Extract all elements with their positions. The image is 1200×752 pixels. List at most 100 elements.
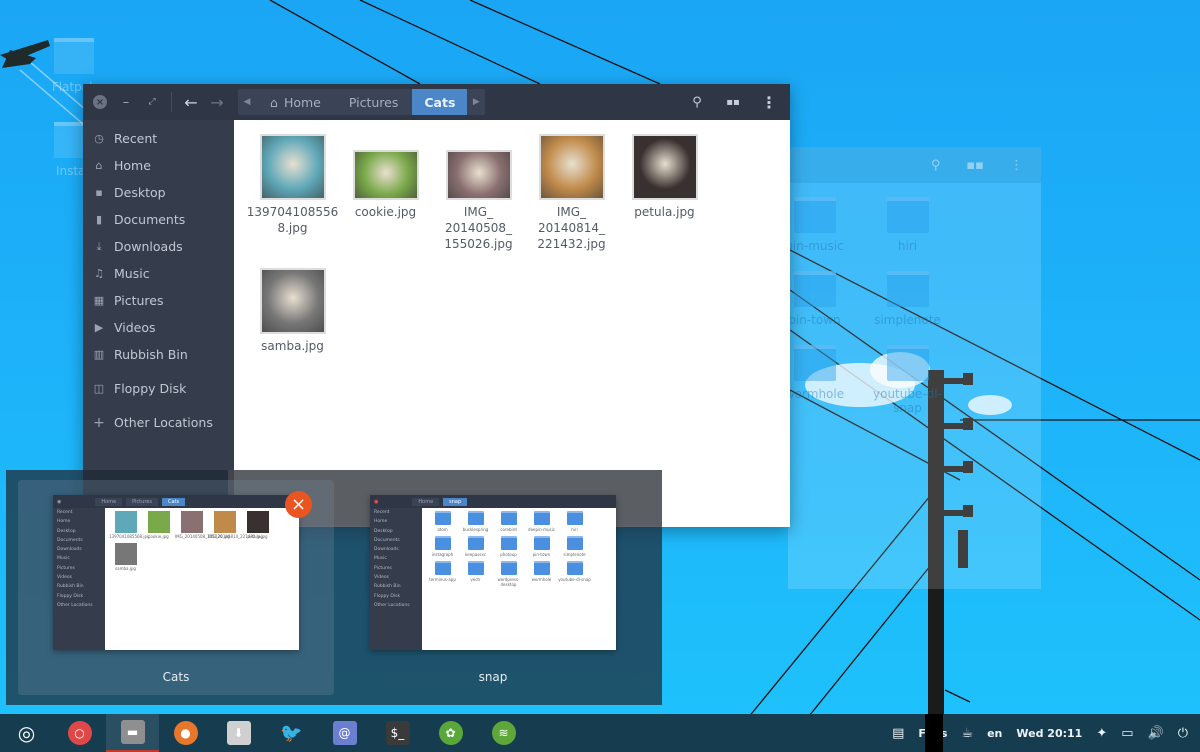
image-thumbnail <box>525 128 618 200</box>
mini-sidebar-item: Desktop <box>374 528 393 534</box>
sidebar-item-pictures[interactable]: ▦ Pictures <box>83 287 234 314</box>
search-icon: ⚲ <box>692 94 702 110</box>
file-name: 139704108556 8.jpg <box>246 205 339 235</box>
sidebar-item-music[interactable]: ♫ Music <box>83 260 234 287</box>
taskbar-app-mail[interactable]: @ <box>318 714 371 752</box>
taskbar-app-software-store[interactable]: ⬇ <box>212 714 265 752</box>
location-icon[interactable]: ✦ <box>1096 726 1107 741</box>
image-preview <box>259 268 326 334</box>
mini-file-item: IMG_20140814_221432.jpg <box>208 511 263 539</box>
header-bar: × – ⤢ ← → ◀ ⌂ Home Pictures Cats ▶ ⚲ ▪▪ … <box>83 84 790 120</box>
menu-dots-icon[interactable]: ⋮ <box>1010 158 1023 173</box>
app-menu-icon[interactable]: ▤ <box>892 726 904 741</box>
mini-folder-item: simplenote <box>558 536 591 557</box>
floppy-icon: ◫ <box>93 382 105 395</box>
mini-header: ● Home snap <box>370 495 616 508</box>
sidebar-item-downloads[interactable]: ⤓ Downloads <box>83 233 234 260</box>
mini-folder-item: terminus-app <box>426 561 459 587</box>
file-item[interactable]: cookie.jpg <box>339 128 432 252</box>
breadcrumb-scroll-right[interactable]: ▶ <box>467 97 485 107</box>
mini-folder-item: vectr <box>459 561 492 587</box>
folder-icon <box>533 536 550 550</box>
close-workspace-button[interactable]: × <box>285 491 312 518</box>
display-icon[interactable]: ▭ <box>1121 726 1133 741</box>
power-icon[interactable]: ⏻ <box>1178 726 1188 741</box>
folder-item[interactable]: youtube-dl-snap <box>861 345 954 415</box>
mini-folder-grid: atom bucklespring corebird deepin-music hiri… <box>422 508 616 650</box>
taskbar-app-firefox[interactable]: ● <box>159 714 212 752</box>
workspace-cats-preview[interactable]: ◉ Home Pictures Cats Recent Home Desktop Do… <box>53 495 299 650</box>
maximize-button[interactable]: ⤢ <box>139 89 165 115</box>
mini-sidebar: Recent Home Desktop Documents Downloads Music… <box>370 508 422 650</box>
folder-item[interactable]: hiri <box>861 197 954 253</box>
background-files-window[interactable]: ⚲ ▪▪ ⋮ pin-music hiri pin-town simplenot… <box>785 147 1041 589</box>
keyboard-layout[interactable]: en <box>987 727 1002 740</box>
taskbar-app-files[interactable]: ▬ <box>106 714 159 752</box>
taskbar-app-terminal[interactable]: $_ <box>371 714 424 752</box>
workspace-label: snap <box>478 670 508 684</box>
taskbar-app-spotify[interactable]: ≋ <box>477 714 530 752</box>
folder-icon <box>886 197 929 233</box>
caffeine-icon[interactable]: ☕ <box>961 726 973 741</box>
close-icon: × <box>93 95 107 109</box>
search-icon[interactable]: ⚲ <box>931 158 941 173</box>
file-item[interactable]: IMG_ 20140508_ 155026.jpg <box>432 128 525 252</box>
file-item[interactable]: petula.jpg <box>618 128 711 252</box>
sidebar-item-rubbish-bin[interactable]: ▥ Rubbish Bin <box>83 341 234 368</box>
folder-icon <box>467 561 484 575</box>
mini-close-icon: ◉ <box>57 498 62 505</box>
taskbar-app-ubuntu-menu[interactable]: ◎ <box>0 714 53 752</box>
arrow-right-icon: → <box>210 92 224 112</box>
mini-sidebar-item: Home <box>374 519 388 525</box>
breadcrumb-scroll-left[interactable]: ◀ <box>238 97 256 107</box>
back-button[interactable]: ← <box>178 89 204 115</box>
mini-folder-item: instagraph <box>426 536 459 557</box>
breadcrumb-cats[interactable]: Cats <box>412 89 468 115</box>
mini-sidebar-item: Recent <box>374 510 390 515</box>
close-button[interactable]: × <box>87 89 113 115</box>
spotify-icon: ≋ <box>491 721 516 745</box>
view-toggle-button[interactable]: ▪▪ <box>720 89 746 115</box>
file-name: samba.jpg <box>261 339 324 353</box>
taskbar-app-chromium[interactable]: ○ <box>53 714 106 752</box>
folder-icon <box>434 561 451 575</box>
file-name: IMG_ 20140814_ 221432.jpg <box>537 205 606 251</box>
mini-file-grid: 1397041085568.jpg cookie.jpg IMG_20140508_… <box>105 508 299 650</box>
arrow-left-icon: ← <box>184 92 198 112</box>
mini-folder-item: keepassxc <box>459 536 492 557</box>
sidebar-item-documents[interactable]: ▮ Documents <box>83 206 234 233</box>
file-item[interactable]: samba.jpg <box>246 262 339 354</box>
taskbar-app-gimp-app[interactable]: ✿ <box>424 714 477 752</box>
clock[interactable]: Wed 20:11 <box>1016 727 1082 740</box>
file-item[interactable]: IMG_ 20140814_ 221432.jpg <box>525 128 618 252</box>
breadcrumb-home[interactable]: ⌂ Home <box>256 89 335 115</box>
image-thumbnail <box>432 128 525 200</box>
file-item[interactable]: 139704108556 8.jpg <box>246 128 339 252</box>
background-folder-grid: pin-music hiri pin-town simplenote wormh… <box>768 183 1041 415</box>
mini-sidebar-item: Documents <box>374 537 400 543</box>
menu-button[interactable]: ⋮ <box>756 89 782 115</box>
minimize-button[interactable]: – <box>113 89 139 115</box>
view-grid-icon: ▪▪ <box>726 96 740 108</box>
folder-icon <box>500 561 517 575</box>
breadcrumb-pictures[interactable]: Pictures <box>335 89 413 115</box>
sidebar-item-floppy-disk[interactable]: ◫ Floppy Disk <box>83 375 234 402</box>
volume-icon[interactable]: 🔊 <box>1148 726 1164 741</box>
taskbar-app-twitter[interactable]: 🐦 <box>265 714 318 752</box>
image-preview <box>445 150 512 200</box>
image-preview <box>631 134 698 200</box>
sidebar-item-recent[interactable]: ◷ Recent <box>83 125 234 152</box>
sidebar-item-desktop[interactable]: ▪ Desktop <box>83 179 234 206</box>
gimp-app-icon: ✿ <box>438 721 463 745</box>
view-grid-icon[interactable]: ▪▪ <box>966 158 984 173</box>
sidebar-item-videos[interactable]: ▶ Videos <box>83 314 234 341</box>
workspace-snap-preview[interactable]: ● Home snap Recent Home Desktop Documents Do… <box>370 495 616 650</box>
sidebar-item-other-locations[interactable]: + Other Locations <box>83 409 234 436</box>
search-button[interactable]: ⚲ <box>684 89 710 115</box>
forward-button[interactable]: → <box>204 89 230 115</box>
sidebar-item-home[interactable]: ⌂ Home <box>83 152 234 179</box>
folder-item[interactable]: simplenote <box>861 271 954 327</box>
maximize-icon: ⤢ <box>148 97 156 107</box>
mini-sidebar-item: Home <box>57 519 71 525</box>
